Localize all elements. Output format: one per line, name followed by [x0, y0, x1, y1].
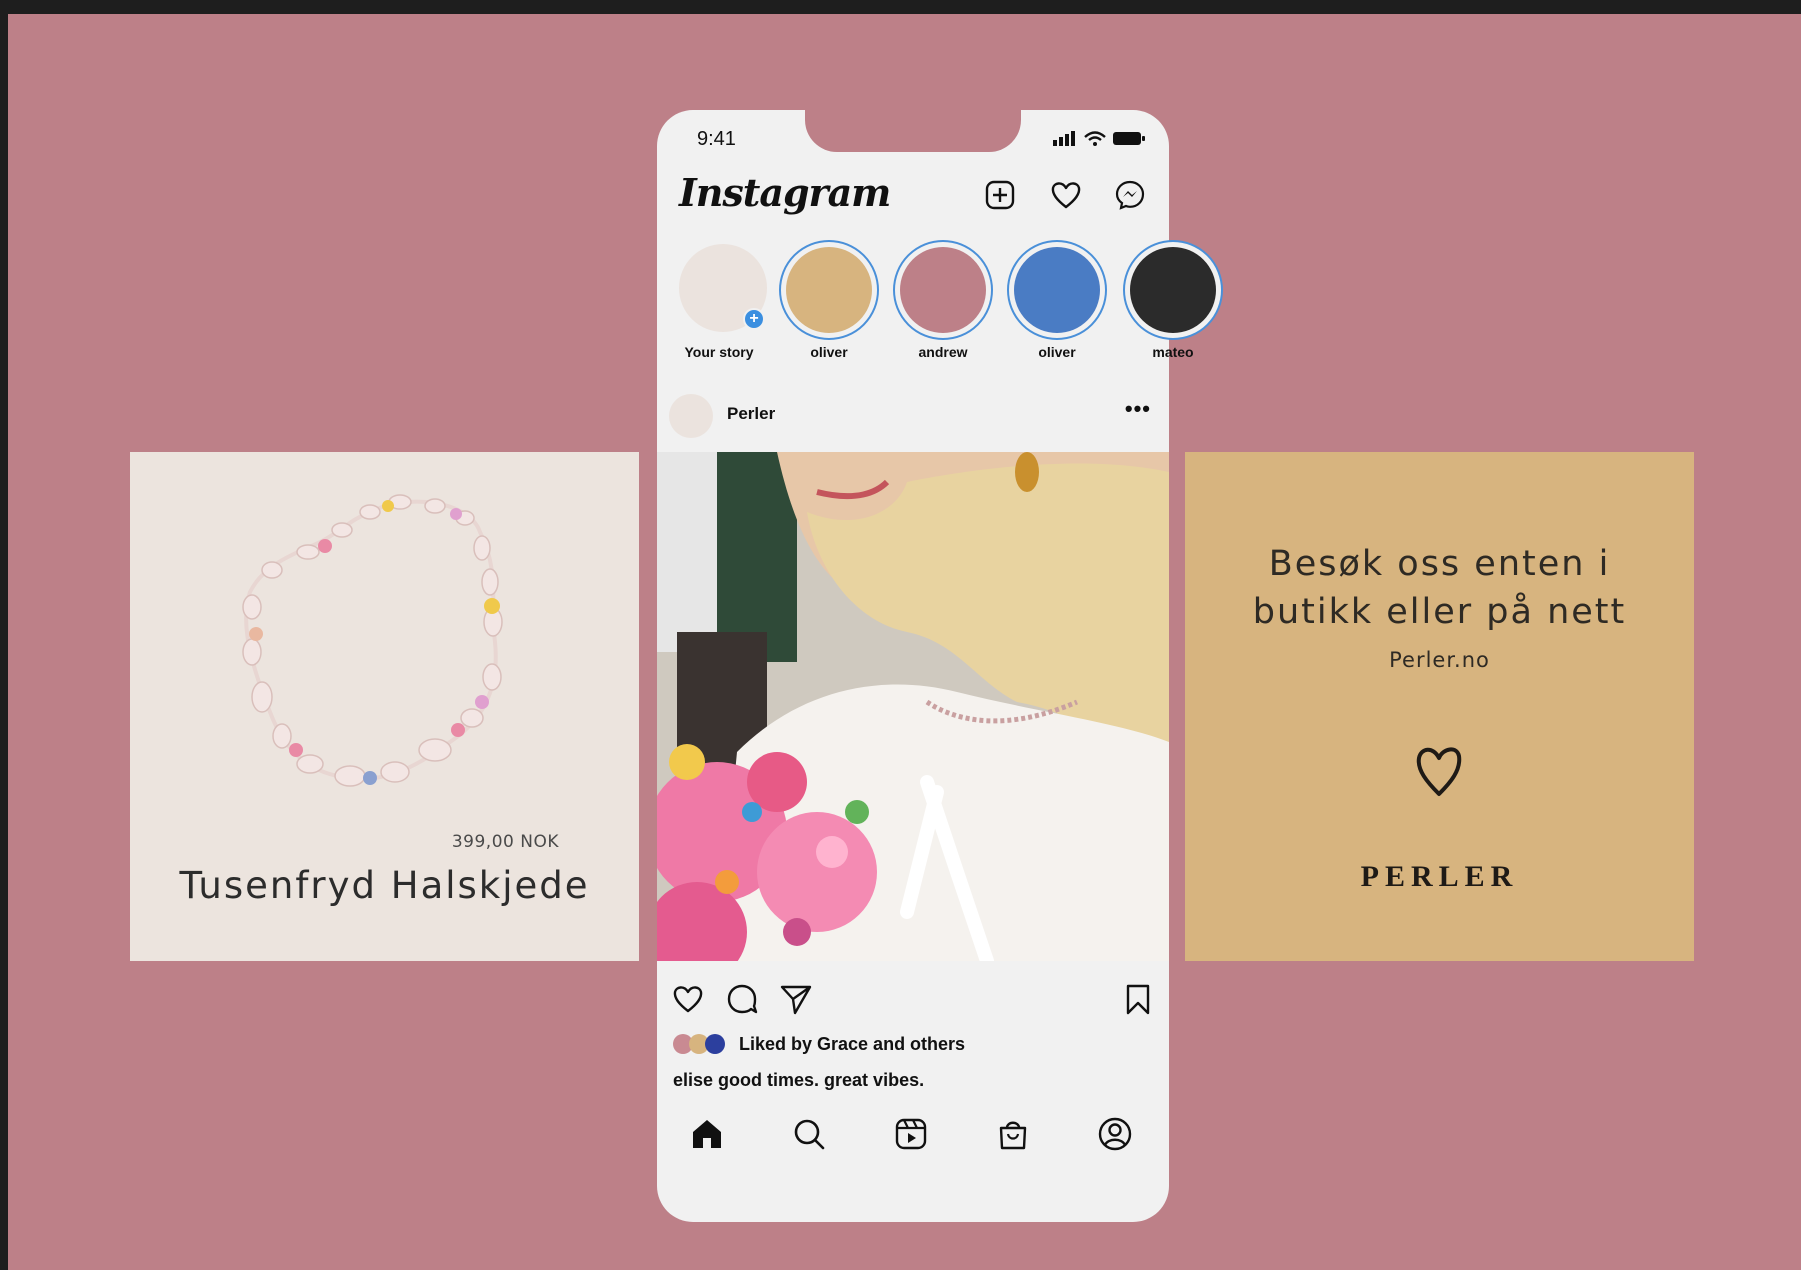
product-name: Tusenfryd Halskjede — [179, 864, 590, 907]
info-card: Besøk oss enten i butikk eller på nett P… — [1185, 452, 1694, 961]
story-label: andrew — [918, 344, 968, 360]
signal-icon — [1053, 131, 1075, 146]
story-avatar — [786, 247, 872, 333]
website-text: Perler.no — [1389, 648, 1490, 672]
post-photo[interactable] — [657, 452, 1169, 961]
story-label: mateo — [1152, 344, 1194, 360]
story-ring — [1123, 240, 1223, 340]
search-icon[interactable] — [791, 1116, 827, 1152]
liked-by-text[interactable]: Liked by Grace and others — [739, 1034, 965, 1055]
share-icon[interactable] — [779, 982, 813, 1016]
visit-text-line-2: butikk eller på nett — [1252, 592, 1627, 632]
heart-icon[interactable] — [1049, 178, 1083, 212]
more-options-icon[interactable]: ••• — [1125, 396, 1151, 422]
battery-icon — [1113, 132, 1145, 145]
instagram-logo[interactable]: Instagram — [679, 170, 891, 215]
canvas-background: 399,00 NOK Tusenfryd Halskjede Besøk oss… — [8, 14, 1801, 1270]
heart-doodle-icon — [1416, 747, 1462, 796]
story-avatar — [900, 247, 986, 333]
story-ring — [893, 240, 993, 340]
messenger-icon[interactable] — [1113, 178, 1147, 212]
phone-notch — [805, 110, 1021, 152]
like-icon[interactable] — [671, 982, 705, 1016]
reels-icon[interactable] — [893, 1116, 929, 1152]
story-ring — [779, 240, 879, 340]
likes-row: Liked by Grace and others — [673, 1032, 1153, 1058]
story-label: oliver — [1038, 344, 1076, 360]
liker-avatar — [705, 1034, 725, 1054]
post-username[interactable]: Perler — [727, 404, 775, 424]
brand-logo: PERLER — [1360, 860, 1519, 893]
bookmark-icon[interactable] — [1121, 982, 1155, 1016]
status-time: 9:41 — [697, 128, 736, 150]
story-andrew[interactable]: andrew — [887, 240, 993, 360]
profile-icon[interactable] — [1097, 1116, 1133, 1152]
product-card: 399,00 NOK Tusenfryd Halskjede — [130, 452, 639, 961]
story-your-story[interactable]: + Your story — [657, 240, 767, 360]
add-story-icon[interactable]: + — [743, 308, 765, 330]
post-avatar[interactable] — [669, 394, 713, 438]
story-mateo[interactable]: mateo — [1117, 240, 1223, 360]
new-post-icon[interactable] — [983, 178, 1017, 212]
visit-text-line-1: Besøk oss enten i — [1268, 544, 1611, 584]
product-price: 399,00 NOK — [451, 832, 559, 852]
story-ring — [1007, 240, 1107, 340]
shop-icon[interactable] — [995, 1116, 1031, 1152]
story-avatar — [1014, 247, 1100, 333]
post-header: Perler ••• — [657, 392, 1169, 442]
story-label: Your story — [684, 344, 754, 360]
status-icons — [1053, 131, 1145, 146]
necklace-image — [242, 494, 503, 787]
stories-row: + Your story oliver andrew oliver mateo — [657, 240, 1223, 360]
story-oliver[interactable]: oliver — [773, 240, 879, 360]
wifi-icon — [1084, 131, 1106, 141]
story-label: oliver — [810, 344, 848, 360]
phone-mockup: 9:41 Instagram + Your story oliver andre… — [657, 110, 1223, 1222]
comment-icon[interactable] — [725, 982, 759, 1016]
story-oliver-2[interactable]: oliver — [1001, 240, 1107, 360]
post-caption: elise good times. great vibes. — [673, 1070, 925, 1090]
home-icon[interactable] — [689, 1116, 725, 1152]
story-avatar — [1130, 247, 1216, 333]
